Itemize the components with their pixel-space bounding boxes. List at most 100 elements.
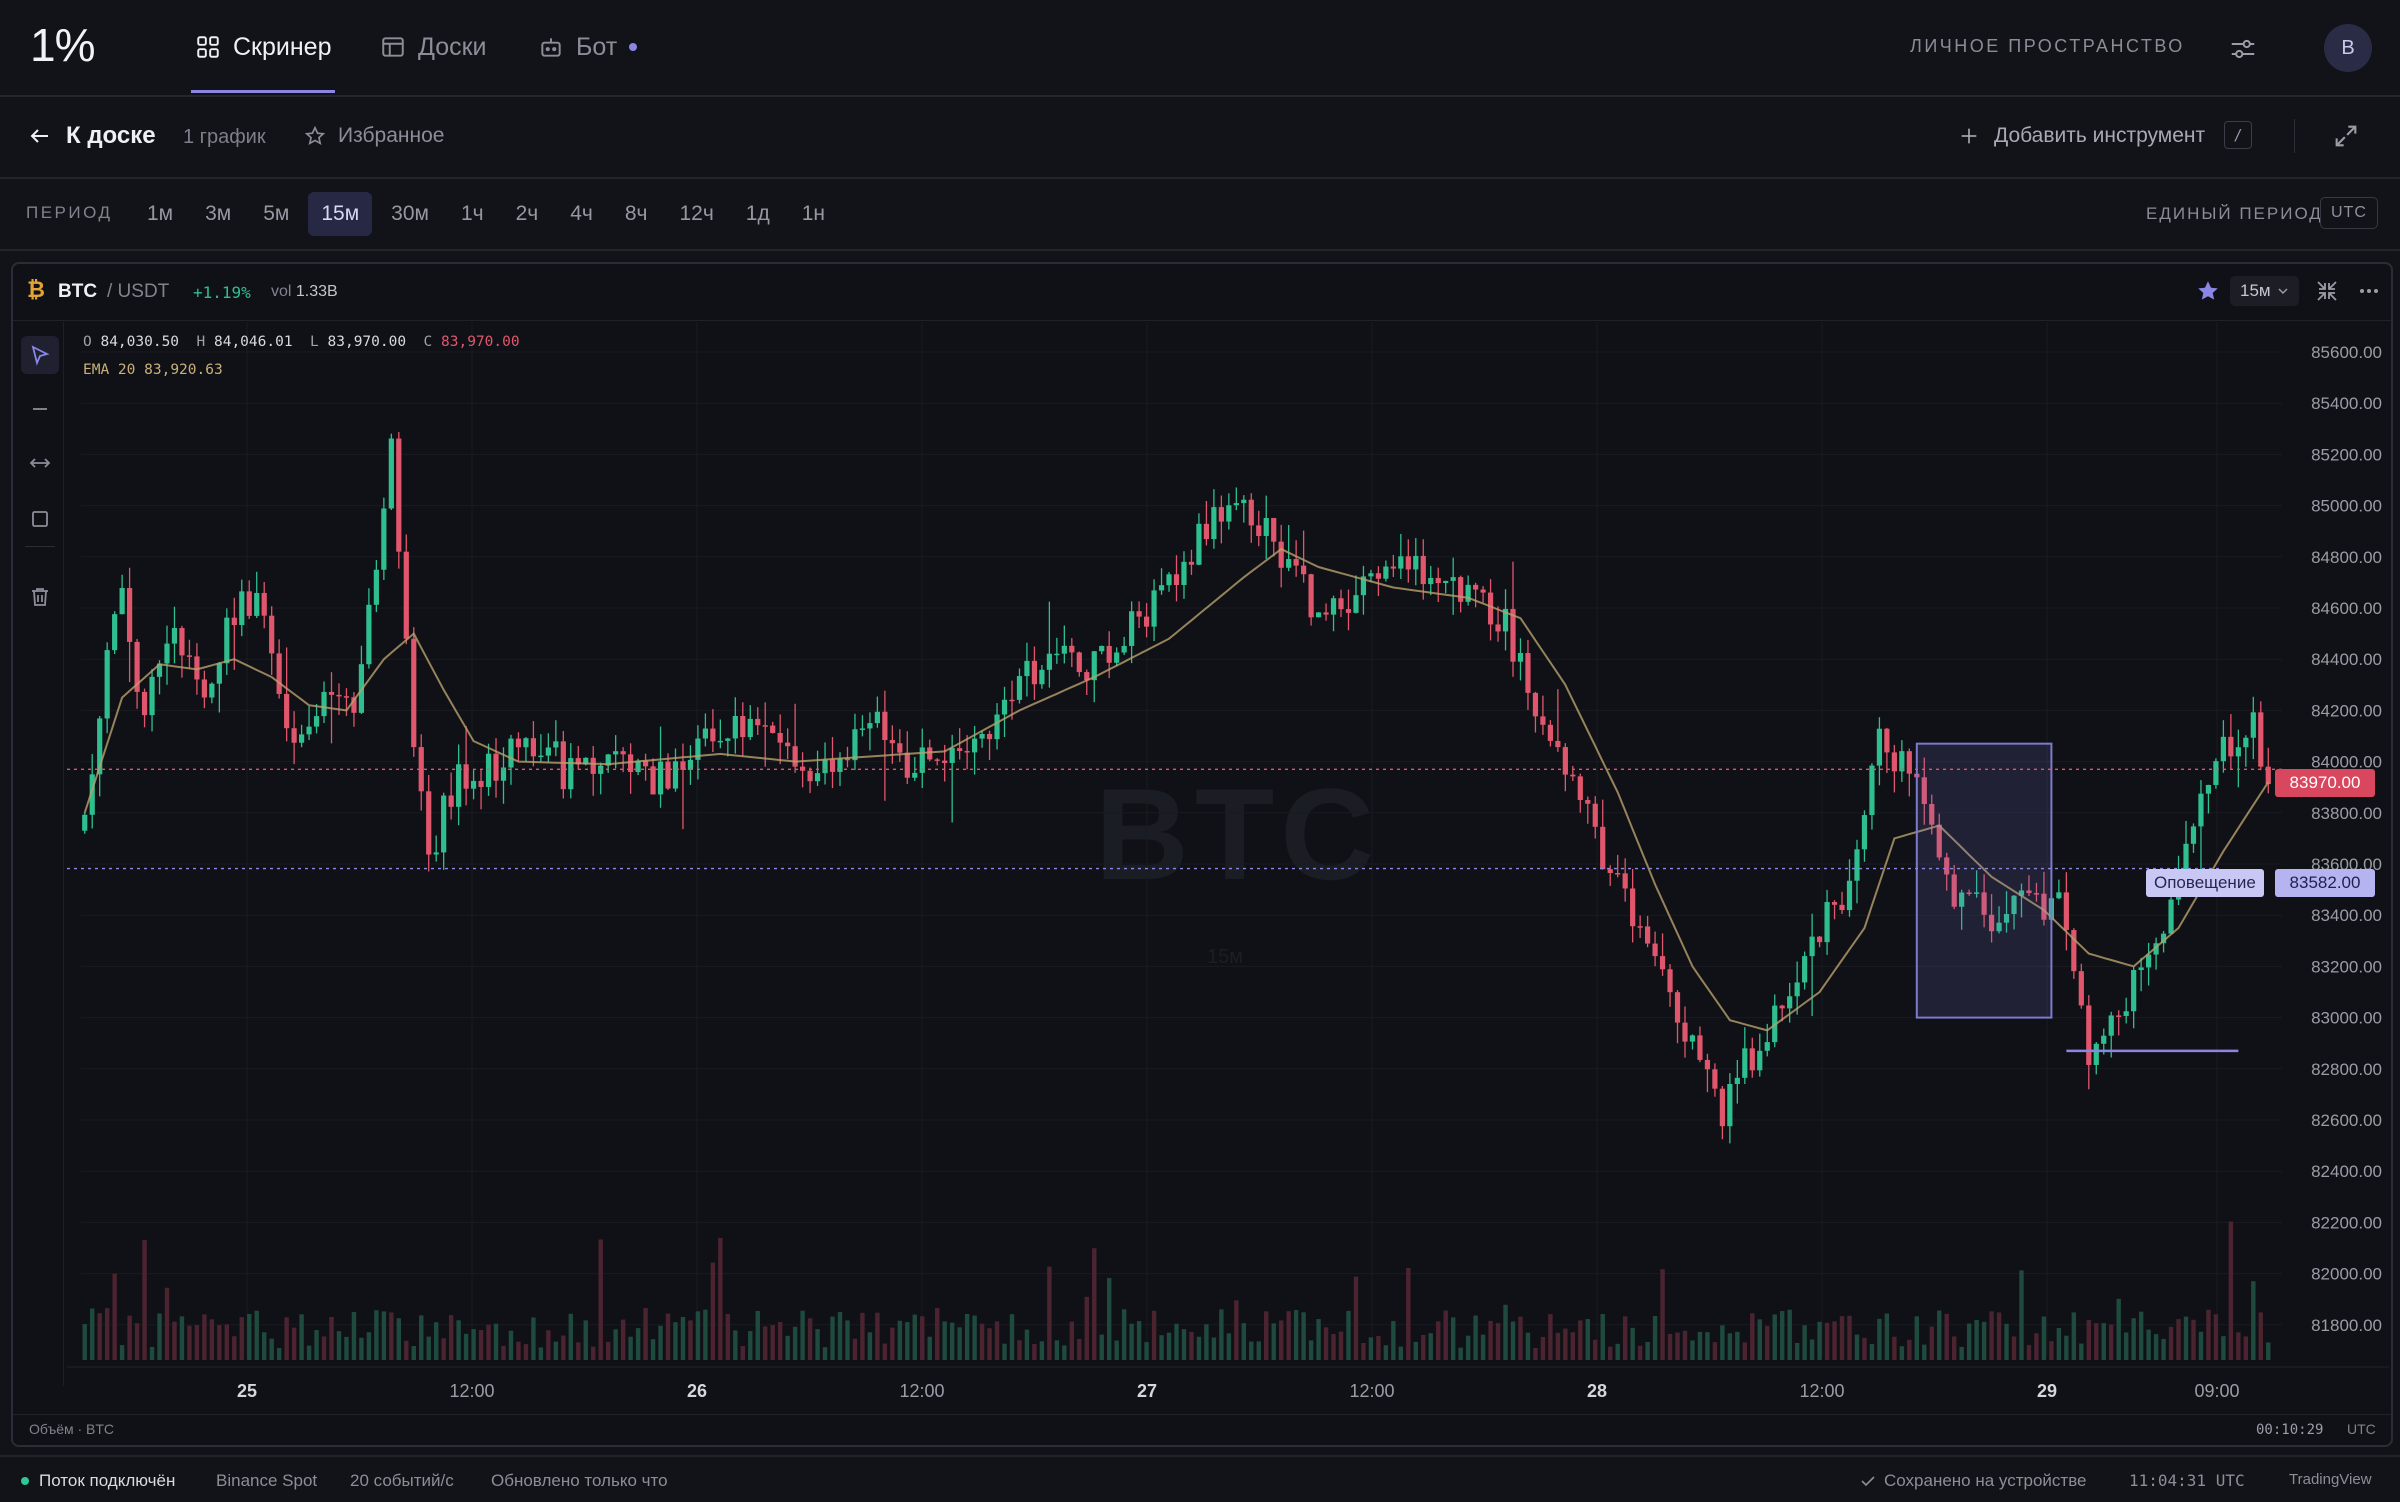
candle-body <box>770 725 776 733</box>
volume-bar <box>1772 1314 1777 1360</box>
symbol-name[interactable]: BTC <box>58 281 97 303</box>
period-4h[interactable]: 4ч <box>557 192 606 236</box>
period-1h[interactable]: 1ч <box>448 192 497 236</box>
close-value: 83,970.00 <box>441 334 520 350</box>
volume-bar <box>456 1320 461 1360</box>
volume-bar <box>1645 1341 1650 1360</box>
x-tick-label: 29 <box>2037 1381 2057 1401</box>
candle-body <box>1054 653 1060 656</box>
x-tick-label: 26 <box>687 1381 707 1401</box>
candle-body <box>366 604 372 665</box>
candle-body <box>104 650 110 719</box>
candle-body <box>560 741 566 790</box>
timezone-badge[interactable]: UTC <box>2320 197 2378 229</box>
ema-label: EMA 20 <box>83 362 136 378</box>
period-bar: ПЕРИОД 1м 3м 5м 15м 30м 1ч 2ч 4ч 8ч 12ч … <box>0 179 2400 251</box>
star-filled-icon[interactable] <box>2195 278 2221 304</box>
period-1w[interactable]: 1н <box>789 192 838 236</box>
active-tab-indicator <box>191 90 335 93</box>
cursor-tool[interactable] <box>21 336 59 374</box>
volume-bar <box>1787 1309 1792 1360</box>
volume-bar <box>1308 1340 1314 1360</box>
candle-body <box>2123 1011 2129 1016</box>
quote-currency: / USDT <box>107 281 170 302</box>
add-instrument-button[interactable]: Добавить инструмент <box>1958 124 2205 148</box>
delete-drawings-tool[interactable] <box>21 578 59 616</box>
volume-bar <box>493 1323 499 1360</box>
x-tick-label: 12:00 <box>1799 1381 1844 1401</box>
rectangle-tool[interactable] <box>21 500 59 538</box>
period-2h[interactable]: 2ч <box>503 192 552 236</box>
nav-tab-screener[interactable]: Скринер <box>195 30 331 64</box>
candle-body <box>1435 577 1441 584</box>
volume-bar <box>1697 1331 1703 1360</box>
volume-bar <box>531 1317 536 1360</box>
volume-bar <box>1540 1336 1546 1360</box>
period-3m[interactable]: 3м <box>192 192 244 236</box>
line-tool[interactable] <box>21 390 59 428</box>
volume-value: 1.33B <box>295 283 338 300</box>
candle-body <box>1114 652 1120 663</box>
expand-icon[interactable] <box>2332 122 2360 150</box>
volume-bar <box>598 1239 603 1360</box>
candle-body <box>1039 669 1045 685</box>
volume-bar <box>1518 1316 1523 1360</box>
period-1d[interactable]: 1д <box>733 192 783 236</box>
volume-bar <box>1862 1337 1867 1360</box>
volume-bar <box>2176 1319 2181 1360</box>
volume-bar <box>1249 1341 1254 1360</box>
volume-bar <box>665 1313 671 1360</box>
candle-body <box>2056 892 2062 899</box>
nav-tab-bot[interactable]: Бот <box>538 30 638 64</box>
unified-period-toggle[interactable]: ЕДИНЫЙ ПЕРИОД <box>2146 204 2323 224</box>
y-tick-label: 84400.00 <box>2311 650 2382 669</box>
alert-price-tag[interactable]: 83582.00 <box>2275 869 2375 897</box>
candle-body <box>1338 598 1344 610</box>
candle-body <box>1487 592 1494 625</box>
candle-body <box>2258 712 2264 767</box>
candle-body <box>82 814 88 831</box>
candle-body <box>1712 1069 1718 1089</box>
period-12h[interactable]: 12ч <box>666 192 726 236</box>
candle-body <box>1600 826 1606 870</box>
period-8h[interactable]: 8ч <box>612 192 661 236</box>
user-avatar[interactable]: B <box>2324 24 2372 72</box>
volume-bar <box>1794 1342 1800 1360</box>
ema-value: 83,920.63 <box>144 362 223 378</box>
sliders-icon[interactable] <box>2228 34 2258 64</box>
clock: 11:04:31 UTC <box>2129 1471 2245 1490</box>
collapse-icon[interactable] <box>2315 279 2339 303</box>
back-to-board-button[interactable]: К доске <box>28 122 156 150</box>
alert-label[interactable]: Оповещение <box>2146 869 2264 897</box>
volume-bar <box>2049 1341 2054 1360</box>
period-15m[interactable]: 15м <box>308 192 373 236</box>
candle-body <box>485 753 492 787</box>
candle-body <box>1884 728 1890 753</box>
more-icon[interactable] <box>2357 279 2381 303</box>
timeframe-select[interactable]: 15м <box>2230 276 2299 306</box>
period-1m[interactable]: 1м <box>134 192 186 236</box>
app-logo[interactable]: 1% <box>30 18 95 72</box>
volume-bar <box>172 1321 177 1360</box>
candle-body <box>254 592 260 616</box>
volume-bar <box>1092 1248 1097 1360</box>
workspace-label[interactable]: ЛИЧНОЕ ПРОСТРАНСТВО <box>1910 36 2185 57</box>
period-30m[interactable]: 30м <box>378 192 442 236</box>
volume-bar <box>912 1314 917 1360</box>
price-chart[interactable]: 85600.00 85400.00 85200.00 85000.00 84800.00… <box>67 322 2389 1412</box>
period-5m[interactable]: 5м <box>250 192 302 236</box>
volume-bar <box>262 1332 267 1360</box>
volume-bar <box>740 1345 745 1360</box>
volume-bar <box>486 1324 491 1360</box>
candle-body <box>426 791 432 855</box>
chevron-down-icon <box>2278 288 2288 295</box>
favorites-button[interactable]: Избранное <box>304 124 444 148</box>
volume-bar <box>897 1320 903 1360</box>
volume-bar <box>232 1336 237 1360</box>
measure-tool[interactable] <box>21 444 59 482</box>
candle-body <box>1315 612 1322 618</box>
volume-bar <box>815 1329 820 1360</box>
candle-body <box>822 759 828 774</box>
volume-bar <box>374 1310 379 1360</box>
nav-tab-boards[interactable]: Доски <box>380 30 487 64</box>
